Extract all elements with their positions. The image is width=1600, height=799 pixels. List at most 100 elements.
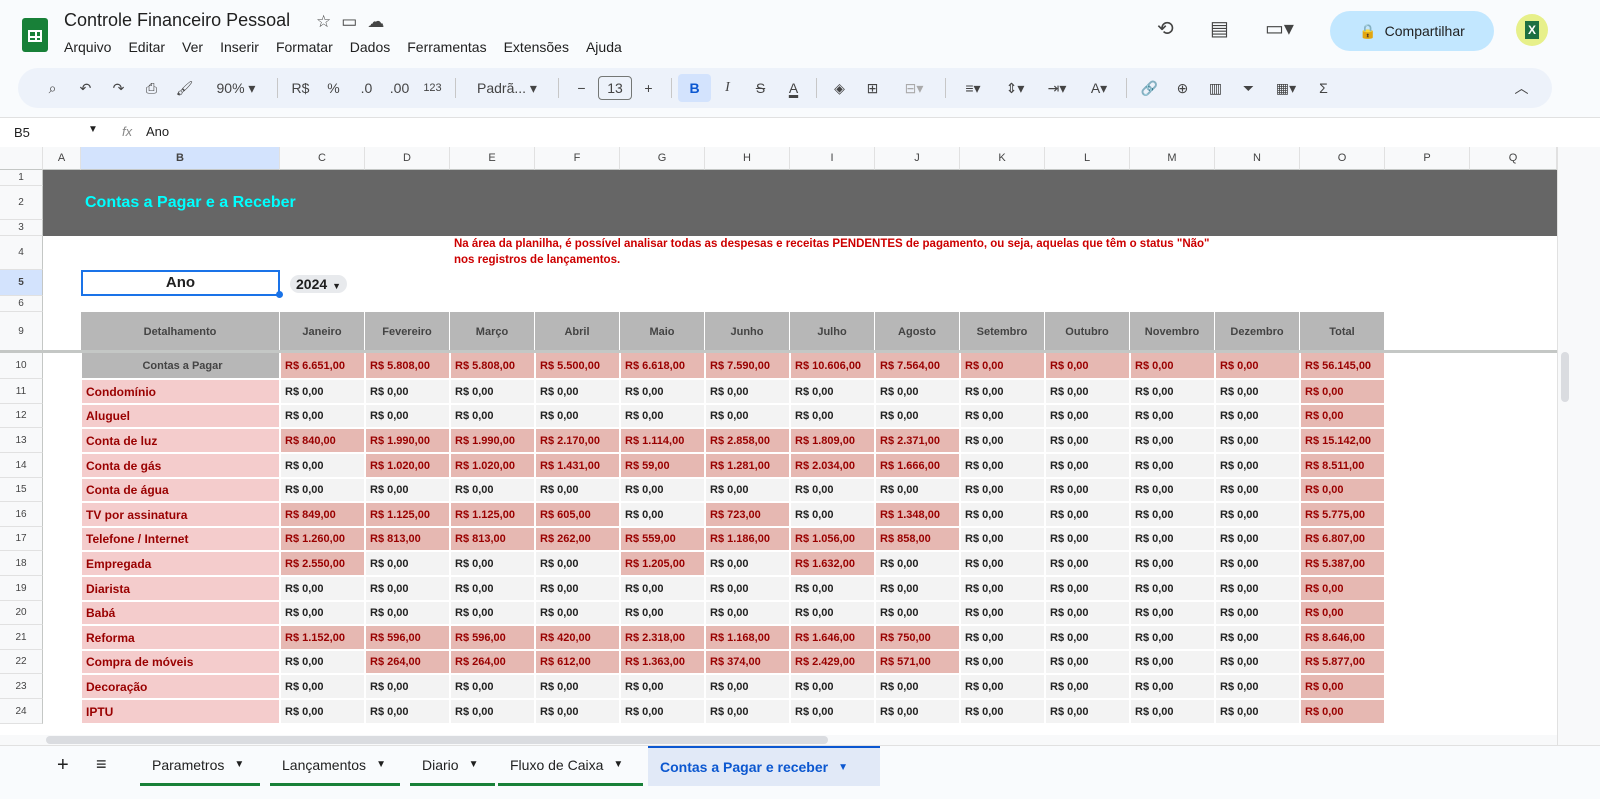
table-cell[interactable]: R$ 0,00 xyxy=(1046,700,1129,723)
table-cell[interactable]: R$ 1.020,00 xyxy=(366,454,449,477)
table-cell[interactable]: R$ 0,00 xyxy=(1131,651,1214,673)
table-cell[interactable]: R$ 1.431,00 xyxy=(536,454,619,477)
undo-icon[interactable]: ↶ xyxy=(69,80,102,97)
add-sheet-icon[interactable]: + xyxy=(57,754,69,777)
table-cell[interactable]: R$ 0,00 xyxy=(451,700,534,723)
percent-button[interactable]: % xyxy=(317,80,350,96)
text-color-button[interactable]: A xyxy=(777,80,810,96)
table-cell[interactable]: R$ 0,00 xyxy=(1301,405,1384,427)
table-cell[interactable]: R$ 0,00 xyxy=(1046,503,1129,526)
table-cell[interactable]: R$ 0,00 xyxy=(706,700,789,723)
table-cell[interactable]: R$ 0,00 xyxy=(876,675,959,698)
table-cell[interactable]: R$ 7.564,00 xyxy=(876,353,959,378)
formula-input[interactable]: Ano xyxy=(146,124,169,139)
table-cell[interactable]: R$ 0,00 xyxy=(621,577,704,600)
number-format-button[interactable]: 123 xyxy=(416,82,449,94)
table-cell[interactable]: R$ 0,00 xyxy=(961,651,1044,673)
table-cell[interactable]: R$ 0,00 xyxy=(1216,429,1299,452)
table-cell[interactable]: R$ 858,00 xyxy=(876,528,959,550)
table-cell[interactable]: R$ 56.145,00 xyxy=(1301,353,1384,378)
table-cell[interactable]: R$ 0,00 xyxy=(451,577,534,600)
merge-cells-icon[interactable]: ⊟▾ xyxy=(889,80,939,97)
table-cell[interactable]: R$ 0,00 xyxy=(791,479,874,501)
row-header-5[interactable]: 5 xyxy=(0,270,43,296)
row-label[interactable]: Empregada xyxy=(82,552,279,575)
bold-button[interactable]: B xyxy=(678,74,711,102)
menu-dados[interactable]: Dados xyxy=(350,39,390,55)
table-cell[interactable]: R$ 0,00 xyxy=(1046,353,1129,378)
table-cell[interactable]: R$ 0,00 xyxy=(281,700,364,723)
horizontal-scrollbar[interactable] xyxy=(0,735,1557,745)
table-cell[interactable]: R$ 0,00 xyxy=(706,552,789,575)
table-cell[interactable]: R$ 1.632,00 xyxy=(791,552,874,575)
table-cell[interactable]: R$ 0,00 xyxy=(876,380,959,403)
table-cell[interactable]: R$ 0,00 xyxy=(281,405,364,427)
row-label[interactable]: Conta de luz xyxy=(82,429,279,452)
table-cell[interactable]: R$ 0,00 xyxy=(366,700,449,723)
table-cell[interactable]: R$ 849,00 xyxy=(281,503,364,526)
table-cell[interactable]: R$ 0,00 xyxy=(706,405,789,427)
table-cell[interactable]: R$ 813,00 xyxy=(366,528,449,550)
table-cell[interactable]: R$ 5.877,00 xyxy=(1301,651,1384,673)
tab-dropdown-icon[interactable]: ▼ xyxy=(613,759,623,770)
table-cell[interactable]: R$ 0,00 xyxy=(961,405,1044,427)
table-cell[interactable]: R$ 0,00 xyxy=(876,700,959,723)
table-cell[interactable]: R$ 0,00 xyxy=(961,700,1044,723)
table-cell[interactable]: R$ 0,00 xyxy=(536,405,619,427)
table-cell[interactable]: R$ 2.858,00 xyxy=(706,429,789,452)
table-cell[interactable]: R$ 0,00 xyxy=(1216,405,1299,427)
table-cell[interactable]: R$ 0,00 xyxy=(706,380,789,403)
zoom-select[interactable]: 90% ▾ xyxy=(201,80,271,97)
row-label[interactable]: Babá xyxy=(82,602,279,624)
column-header-P[interactable]: P xyxy=(1385,147,1470,170)
table-cell[interactable]: R$ 0,00 xyxy=(281,454,364,477)
paint-format-icon[interactable]: 🖌 xyxy=(168,80,201,97)
column-header-A[interactable]: A xyxy=(43,147,81,170)
all-sheets-icon[interactable]: ≡ xyxy=(96,754,107,775)
align-icon[interactable]: ≡▾ xyxy=(952,80,994,97)
table-cell[interactable]: R$ 1.990,00 xyxy=(366,429,449,452)
table-cell[interactable]: R$ 0,00 xyxy=(1216,380,1299,403)
table-cell[interactable]: R$ 0,00 xyxy=(1216,626,1299,649)
italic-button[interactable]: I xyxy=(711,80,744,96)
table-cell[interactable]: R$ 0,00 xyxy=(1131,626,1214,649)
corner-select-all[interactable] xyxy=(0,147,43,170)
comment-icon[interactable]: ▤ xyxy=(1210,16,1229,41)
table-cell[interactable]: R$ 0,00 xyxy=(366,405,449,427)
table-cell[interactable]: R$ 0,00 xyxy=(1046,429,1129,452)
table-cell[interactable]: R$ 0,00 xyxy=(1301,675,1384,698)
table-cell[interactable]: R$ 420,00 xyxy=(536,626,619,649)
table-cell[interactable]: R$ 0,00 xyxy=(1301,700,1384,723)
table-cell[interactable]: R$ 0,00 xyxy=(706,577,789,600)
column-header-D[interactable]: D xyxy=(365,147,450,170)
table-cell[interactable]: R$ 10.606,00 xyxy=(791,353,874,378)
column-header-Q[interactable]: Q xyxy=(1470,147,1557,170)
table-cell[interactable]: R$ 750,00 xyxy=(876,626,959,649)
column-header-K[interactable]: K xyxy=(960,147,1045,170)
table-cell[interactable]: R$ 813,00 xyxy=(451,528,534,550)
table-cell[interactable]: R$ 0,00 xyxy=(451,602,534,624)
table-cell[interactable]: R$ 0,00 xyxy=(621,700,704,723)
row-header-17[interactable]: 17 xyxy=(0,527,43,551)
table-cell[interactable]: R$ 0,00 xyxy=(281,380,364,403)
share-button[interactable]: 🔒 Compartilhar xyxy=(1330,11,1494,51)
row-header-6[interactable]: 6 xyxy=(0,296,43,312)
menu-extensões[interactable]: Extensões xyxy=(504,39,569,55)
table-cell[interactable]: R$ 0,00 xyxy=(791,503,874,526)
table-cell[interactable]: R$ 0,00 xyxy=(1046,552,1129,575)
table-cell[interactable]: R$ 0,00 xyxy=(1216,454,1299,477)
doc-title[interactable]: Controle Financeiro Pessoal xyxy=(64,10,290,31)
table-cell[interactable]: R$ 0,00 xyxy=(1216,479,1299,501)
row-header-12[interactable]: 12 xyxy=(0,404,43,428)
menu-ajuda[interactable]: Ajuda xyxy=(586,39,622,55)
table-cell[interactable]: R$ 612,00 xyxy=(536,651,619,673)
table-cell[interactable]: R$ 0,00 xyxy=(1131,577,1214,600)
table-cell[interactable]: R$ 0,00 xyxy=(1131,380,1214,403)
table-cell[interactable]: R$ 1.056,00 xyxy=(791,528,874,550)
menu-ver[interactable]: Ver xyxy=(182,39,203,55)
table-cell[interactable]: R$ 559,00 xyxy=(621,528,704,550)
table-cell[interactable]: R$ 0,00 xyxy=(1131,602,1214,624)
table-cell[interactable]: R$ 0,00 xyxy=(621,602,704,624)
table-cell[interactable]: R$ 0,00 xyxy=(451,405,534,427)
table-cell[interactable]: R$ 0,00 xyxy=(536,479,619,501)
